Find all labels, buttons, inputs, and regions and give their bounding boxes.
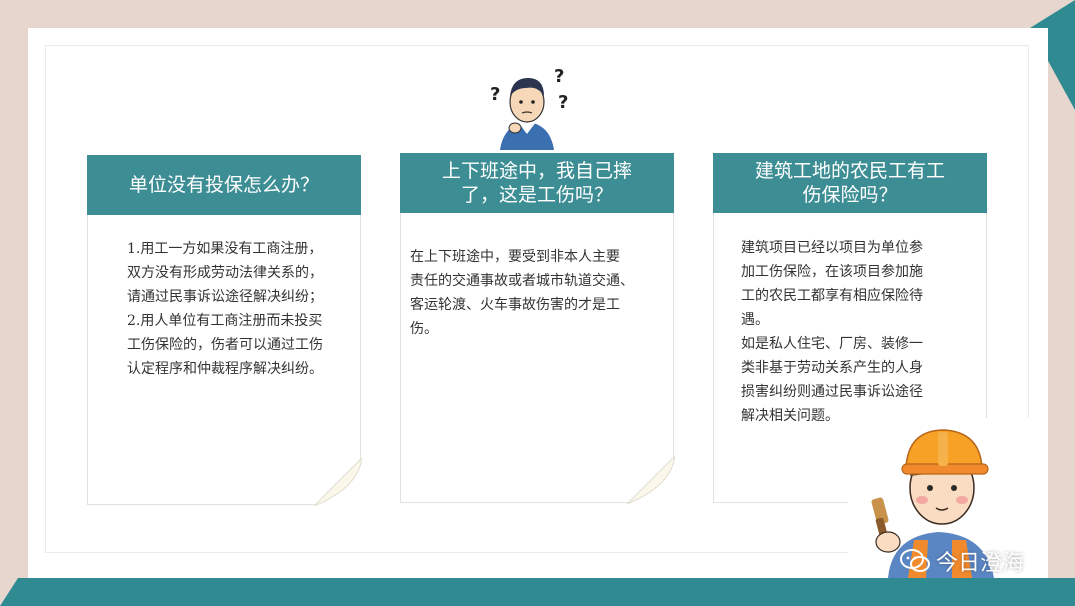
card-title: 上下班途中，我自己摔 了，这是工伤吗？ <box>400 153 674 213</box>
text-line: 认定程序和仲裁程序解决纠纷。 <box>127 361 323 377</box>
text-line: 伤。 <box>410 321 438 337</box>
text-line: 在上下班途中，要受到非本人主要 <box>410 249 620 265</box>
card-text: 在上下班途中，要受到非本人主要 责任的交通事故或者城市轨道交通、 客运轮渡、火车… <box>410 245 634 341</box>
text-line: 建筑项目已经以项目为单位参 <box>741 240 923 256</box>
text-line: 类非基于劳动关系产生的人身 <box>741 360 923 376</box>
wechat-icon <box>900 549 930 572</box>
text-line: 责任的交通事故或者城市轨道交通、 <box>410 273 634 289</box>
card-title: 单位没有投保怎么办？ <box>87 155 361 215</box>
card-title-text: 单位没有投保怎么办？ <box>128 174 319 196</box>
card-title: 建筑工地的农民工有工 伤保险吗？ <box>713 153 987 213</box>
page-curl-icon <box>627 456 675 504</box>
text-line: 损害纠纷则通过民事诉讼途径 <box>741 384 923 400</box>
watermark-text: 今日澄海 <box>936 551 1025 576</box>
card-title-line: 了，这是工伤吗？ <box>460 184 613 206</box>
text-line: 2.用人单位有工商注册而未投买 <box>127 313 323 329</box>
text-line: 工的农民工都享有相应保险待 <box>741 288 923 304</box>
card-commute-injury: 上下班途中，我自己摔 了，这是工伤吗？ 在上下班途中，要受到非本人主要 责任的交… <box>400 153 675 504</box>
card-text: 建筑项目已经以项目为单位参 加工伤保险，在该项目参加施 工的农民工都享有相应保险… <box>741 236 923 428</box>
text-line: 双方没有形成劳动法律关系的， <box>127 265 323 281</box>
card-title-line: 建筑工地的农民工有工 <box>754 160 945 182</box>
text-line: 遇。 <box>741 312 769 328</box>
card-text: 1.用工一方如果没有工商注册， 双方没有形成劳动法律关系的， 请通过民事诉讼途径… <box>127 237 323 381</box>
card-title-line: 上下班途中，我自己摔 <box>441 160 632 182</box>
page-curl-icon <box>314 458 362 506</box>
svg-text:?: ? <box>554 66 564 87</box>
card-title-line: 伤保险吗？ <box>802 184 898 206</box>
svg-text:?: ? <box>558 92 568 113</box>
text-line: 请通过民事诉讼途径解决纠纷； <box>127 289 323 305</box>
text-line: 1.用工一方如果没有工商注册， <box>127 241 323 257</box>
watermark: 今日澄海 <box>900 545 1024 577</box>
text-line: 加工伤保险，在该项目参加施 <box>741 264 923 280</box>
svg-text:?: ? <box>490 84 500 105</box>
text-line: 如是私人住宅、厂房、装修一 <box>741 336 923 352</box>
text-line: 工伤保险的，伤者可以通过工伤 <box>127 337 323 353</box>
card-no-insurance: 单位没有投保怎么办？ 1.用工一方如果没有工商注册， 双方没有形成劳动法律关系的… <box>87 155 362 506</box>
text-line: 客运轮渡、火车事故伤害的才是工 <box>410 297 620 313</box>
thinking-man-icon: ? ? ? <box>482 62 572 150</box>
